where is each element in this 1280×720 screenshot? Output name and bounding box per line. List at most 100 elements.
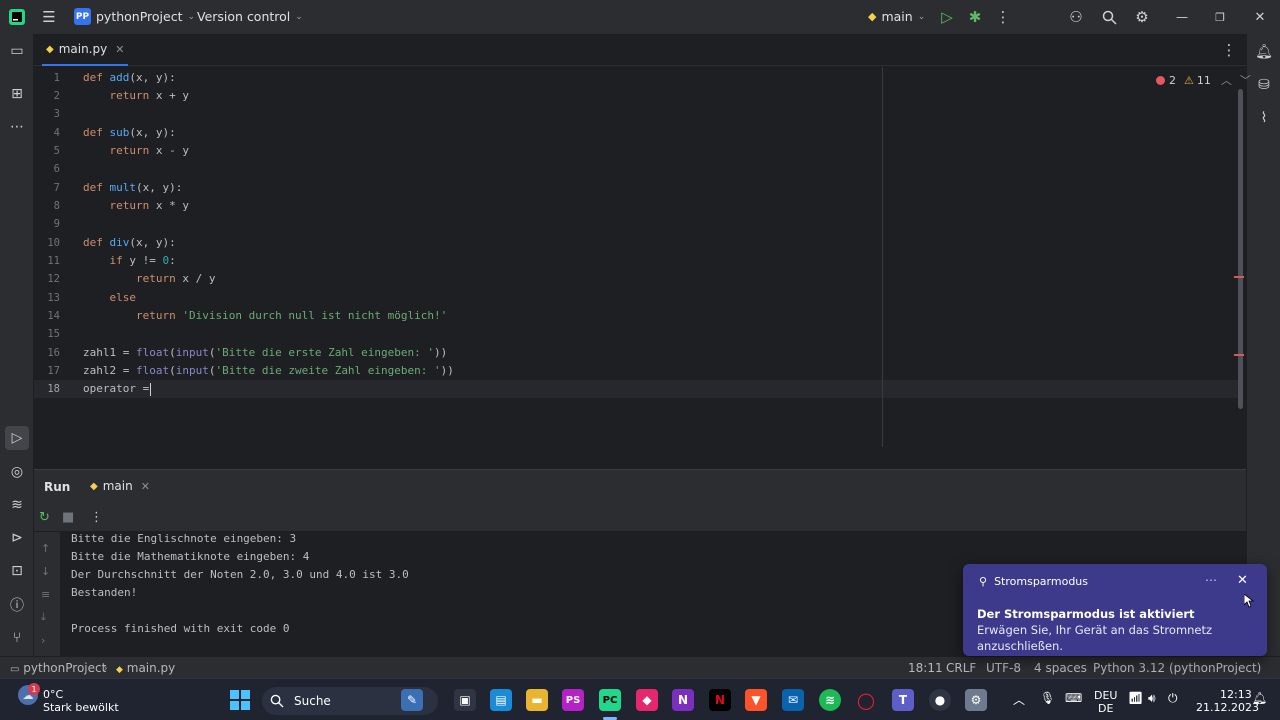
- phpstorm-icon[interactable]: PS: [562, 689, 584, 711]
- code-line: def div(x, y):: [83, 236, 176, 249]
- volume-icon[interactable]: 🔊︎: [1148, 691, 1156, 706]
- windows-start-icon[interactable]: [229, 689, 251, 711]
- console-output-line: Bestanden!: [71, 586, 138, 599]
- sciview-icon[interactable]: ⌇: [1255, 109, 1273, 127]
- layers-icon[interactable]: ≋: [8, 496, 26, 514]
- problems-icon[interactable]: ⓘ: [8, 596, 26, 614]
- line-number: 5: [53, 145, 60, 157]
- settings-gear-icon[interactable]: ⚙: [1133, 8, 1151, 26]
- scroll-up-icon[interactable]: ↑: [41, 542, 50, 555]
- restore-icon[interactable]: ❐: [1211, 8, 1229, 26]
- line-number: 17: [47, 365, 60, 377]
- run-window-icon[interactable]: ▷: [5, 426, 29, 450]
- wifi-icon[interactable]: 📶︎: [1128, 691, 1143, 705]
- indent-setting[interactable]: 4 spaces: [1034, 661, 1087, 675]
- netflix-icon[interactable]: N: [709, 689, 731, 711]
- file-explorer-icon[interactable]: ▬: [526, 689, 548, 711]
- error-stripe-mark[interactable]: [1234, 354, 1244, 356]
- error-stripe-mark[interactable]: [1234, 276, 1244, 278]
- notifications-bell-icon[interactable]: 🔔︎: [1255, 43, 1273, 61]
- code-editor[interactable]: 1 2 3 4 5 6 7 8 9 10 11 12 13 14 15 16 1…: [34, 67, 1251, 468]
- pycharm-icon[interactable]: PC: [599, 689, 621, 711]
- keyboard-icon[interactable]: ⌨: [1065, 691, 1082, 705]
- clock-time[interactable]: 12:13: [1220, 688, 1252, 701]
- file-encoding[interactable]: UTF-8: [986, 661, 1021, 675]
- search-icon[interactable]: [1100, 8, 1118, 26]
- terminal-icon[interactable]: ⊡: [8, 562, 26, 580]
- app-icon[interactable]: ◆: [636, 689, 658, 711]
- python-console-icon[interactable]: ◎: [8, 463, 26, 481]
- line-number: 7: [53, 182, 60, 194]
- run-tab-main[interactable]: ◆ main ✕: [90, 479, 150, 493]
- run-icon[interactable]: ▷: [938, 8, 956, 26]
- outlook-icon[interactable]: ✉: [782, 689, 804, 711]
- line-separator[interactable]: CRLF: [946, 661, 976, 675]
- editor-tab-bar: ◆ main.py ✕ ⋮: [34, 34, 1246, 66]
- opera-icon[interactable]: ◯: [855, 689, 877, 711]
- breadcrumb-separator-icon: ›: [103, 661, 108, 675]
- more-tools-icon[interactable]: ⋯: [8, 118, 26, 136]
- inspection-widget[interactable]: 2 ⚠ 11 ︿ ﹀: [1156, 72, 1251, 88]
- language-bottom[interactable]: DE: [1098, 702, 1113, 715]
- settings-gear-icon[interactable]: ⚙: [965, 689, 987, 711]
- project-name: pythonProject: [96, 9, 183, 24]
- console-output-line: Der Durchschnitt der Noten 2.0, 3.0 und …: [71, 568, 409, 581]
- clock-date[interactable]: 21.12.2023: [1196, 701, 1259, 714]
- brave-icon[interactable]: ▼: [745, 689, 767, 711]
- folder-icon[interactable]: ▭: [8, 42, 26, 60]
- project-selector[interactable]: PP pythonProject ⌄: [74, 8, 195, 25]
- github-icon[interactable]: ●: [929, 689, 951, 711]
- code-line: zahl2 = float(input('Bitte die zweite Za…: [83, 364, 454, 377]
- lightbulb-icon: ⚲: [979, 575, 988, 588]
- more-icon[interactable]: ⋮: [90, 510, 103, 525]
- caret-position[interactable]: 18:11: [908, 661, 943, 675]
- widget-icon[interactable]: ✎: [401, 689, 423, 711]
- stop-icon[interactable]: ■: [62, 510, 74, 525]
- database-icon[interactable]: ⛁: [1255, 76, 1273, 94]
- breadcrumb-project[interactable]: ▭ pythonProject: [10, 661, 106, 675]
- language-top[interactable]: DEU: [1094, 689, 1117, 702]
- spotify-icon[interactable]: ≋: [819, 689, 841, 711]
- run-config-selector[interactable]: ◆ main ⌄: [868, 9, 925, 24]
- add-user-icon[interactable]: ⚇: [1067, 8, 1085, 26]
- power-saver-notification[interactable]: ⚲ Stromsparmodus ⋯ ✕ Der Stromsparmodus …: [963, 564, 1267, 656]
- vcs-label: Version control: [197, 9, 291, 24]
- teams-icon[interactable]: T: [892, 689, 914, 711]
- onenote-icon[interactable]: N: [672, 689, 694, 711]
- python-interpreter[interactable]: Python 3.12 (pythonProject): [1093, 661, 1261, 675]
- line-number: 15: [47, 328, 60, 340]
- tab-main-py[interactable]: ◆ main.py ✕: [42, 34, 129, 66]
- task-view-icon[interactable]: ▣: [454, 689, 476, 711]
- battery-saver-icon[interactable]: ⏻: [1168, 691, 1178, 706]
- breadcrumb-file[interactable]: ◆ main.py: [116, 661, 175, 675]
- expand-icon[interactable]: ›: [41, 634, 45, 647]
- code-line: if y != 0:: [109, 254, 176, 267]
- main-menu-icon[interactable]: ☰: [40, 8, 58, 26]
- console-output-line: Bitte die Englischnote eingeben: 3: [71, 532, 297, 545]
- store-icon[interactable]: ▤: [490, 689, 512, 711]
- soft-wrap-icon[interactable]: ≡: [41, 588, 50, 601]
- tray-overflow-icon[interactable]: ︿: [1013, 691, 1025, 708]
- notification-close-icon[interactable]: ✕: [1237, 573, 1248, 588]
- chevron-up-icon[interactable]: ︿: [1221, 72, 1232, 88]
- services-icon[interactable]: ⊳: [8, 529, 26, 547]
- structure-icon[interactable]: ⊞: [8, 85, 26, 103]
- vcs-selector[interactable]: Version control ⌄: [197, 9, 303, 24]
- microphone-icon[interactable]: 🎙︎: [1040, 691, 1055, 705]
- minimize-icon[interactable]: —: [1173, 8, 1191, 26]
- editor-scrollbar[interactable]: [1238, 89, 1243, 409]
- close-tab-icon[interactable]: ✕: [141, 480, 150, 493]
- close-window-icon[interactable]: ✕: [1251, 8, 1269, 26]
- scroll-down-icon[interactable]: ↓: [41, 565, 50, 578]
- debug-icon[interactable]: ✱: [966, 8, 984, 26]
- notification-center-bell-icon[interactable]: 🔔︎: [1252, 691, 1267, 705]
- scroll-to-end-icon[interactable]: ⤓: [41, 610, 46, 624]
- rerun-icon[interactable]: ↻: [39, 510, 50, 525]
- close-tab-icon[interactable]: ✕: [115, 43, 124, 56]
- git-icon[interactable]: ⑂: [8, 629, 26, 647]
- notification-more-icon[interactable]: ⋯: [1205, 573, 1217, 587]
- more-icon[interactable]: ⋮: [994, 8, 1012, 26]
- right-tool-strip: 🔔︎ ⛁ ⌇: [1246, 34, 1280, 656]
- chevron-down-icon[interactable]: ﹀: [1240, 72, 1251, 88]
- tab-options-icon[interactable]: ⋮: [1220, 41, 1238, 59]
